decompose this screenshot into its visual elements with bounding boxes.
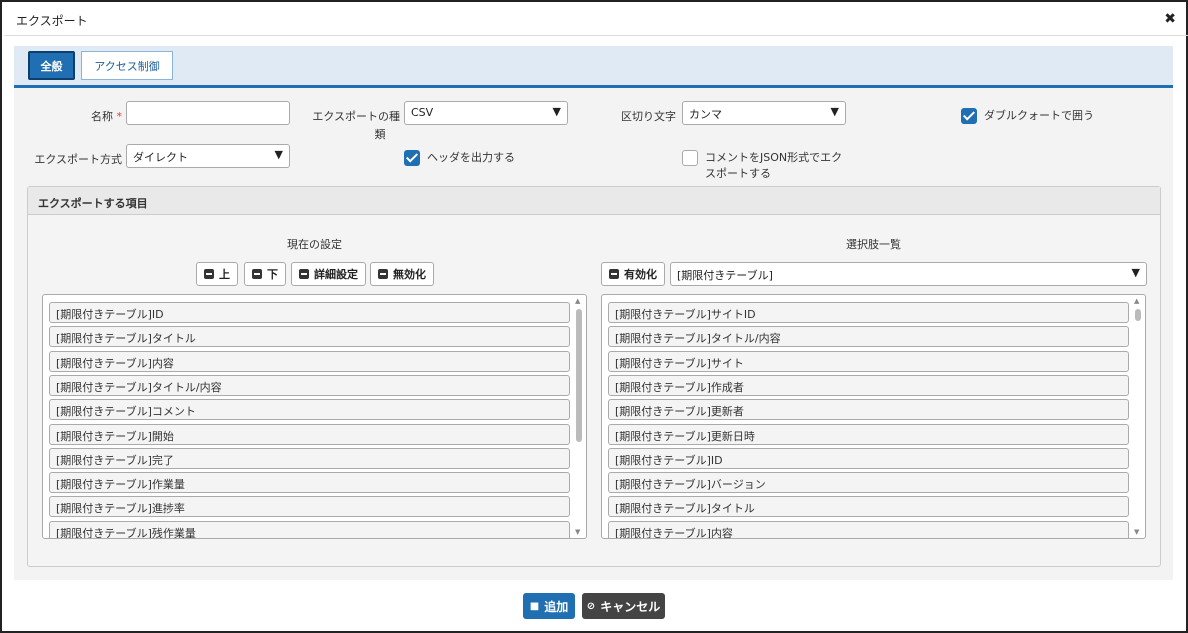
add-button-label: 追加 [544, 599, 569, 614]
current-field-item[interactable]: [期限付きテーブル]内容 [49, 350, 570, 372]
scroll-down-icon[interactable]: ▼ [575, 528, 580, 536]
export-items-title: エクスポートする項目 [38, 197, 148, 210]
choices-scrollbar[interactable]: ▲ ▼ [1132, 296, 1144, 537]
choice-field-item[interactable]: [期限付きテーブル]タイトル/内容 [608, 326, 1129, 348]
arrow-left-icon [609, 269, 619, 279]
save-icon: ■ [529, 600, 540, 612]
choice-field-item[interactable]: [期限付きテーブル]更新者 [608, 399, 1129, 421]
detail-settings-button[interactable]: 詳細設定 [291, 262, 366, 286]
choices-list[interactable]: [期限付きテーブル]内容 [期限付きテーブル]タイトル [期限付きテーブル]バージョ… [601, 294, 1146, 539]
export-items-header: エクスポートする項目 [28, 187, 1160, 215]
export-type-select[interactable]: CSV ▼ [404, 101, 568, 125]
choice-field-item[interactable]: [期限付きテーブル]サイトID [608, 302, 1129, 323]
chevron-down-icon: ▼ [552, 105, 561, 118]
move-down-label: 下 [267, 268, 278, 281]
export-type-value: CSV [411, 106, 434, 119]
tab-general[interactable]: 全般 [28, 51, 75, 80]
current-settings-list[interactable]: [期限付きテーブル]残作業量 [期限付きテーブル]進捗率 [期限付きテーブル]作業量… [42, 294, 587, 539]
move-up-button[interactable]: 上 [196, 262, 238, 286]
export-method-value: ダイレクト [133, 151, 188, 164]
current-field-item[interactable]: [期限付きテーブル]完了 [49, 447, 570, 469]
chevron-down-icon: ▼ [1131, 266, 1140, 279]
close-icon[interactable]: ✖ [1164, 11, 1176, 27]
add-button[interactable]: ■ 追加 [523, 593, 575, 619]
current-field-item[interactable]: [期限付きテーブル]ID [49, 302, 570, 323]
current-field-item[interactable]: [期限付きテーブル]作業量 [49, 472, 570, 494]
choice-field-item[interactable]: [期限付きテーブル]ID [608, 447, 1129, 469]
current-scrollbar[interactable]: ▲ ▼ [573, 296, 585, 537]
json-comment-checkbox[interactable] [682, 150, 698, 166]
choices-title: 選択肢一覧 [846, 238, 901, 251]
choice-field-item[interactable]: [期限付きテーブル]内容 [608, 520, 1129, 538]
enable-button[interactable]: 有効化 [601, 262, 665, 286]
output-header-checkbox[interactable] [404, 150, 420, 166]
current-field-item[interactable]: [期限付きテーブル]コメント [49, 399, 570, 421]
name-label-text: 名称 [91, 110, 113, 123]
choice-field-item[interactable]: [期限付きテーブル]バージョン [608, 472, 1129, 494]
move-up-label: 上 [219, 268, 230, 281]
move-down-button[interactable]: 下 [244, 262, 286, 286]
up-icon [204, 269, 214, 279]
name-input[interactable] [126, 101, 290, 125]
choice-field-item[interactable]: [期限付きテーブル]更新日時 [608, 423, 1129, 445]
current-field-item[interactable]: [期限付きテーブル]進捗率 [49, 496, 570, 518]
detail-settings-label: 詳細設定 [314, 268, 358, 281]
scroll-up-icon[interactable]: ▲ [1134, 297, 1139, 305]
scroll-up-icon[interactable]: ▲ [575, 297, 580, 305]
scroll-down-icon[interactable]: ▼ [1134, 528, 1139, 536]
export-items-panel: エクスポートする項目 現在の設定 選択肢一覧 上 下 詳細設定 無効化 有効化 … [27, 186, 1161, 567]
choices-scroll-thumb[interactable] [1135, 309, 1141, 321]
delimiter-select[interactable]: カンマ ▼ [682, 101, 846, 125]
arrow-right-icon [378, 269, 388, 279]
name-label: 名称 * [74, 108, 122, 124]
json-comment-label: コメントをJSON形式でエク スポートする [705, 150, 842, 182]
delimiter-label: 区切り文字 [621, 110, 676, 123]
export-method-label: エクスポート方式 [34, 153, 122, 166]
cancel-icon: ⊘ [586, 600, 596, 612]
table-select-value: [期限付きテーブル] [677, 269, 773, 282]
delimiter-value: カンマ [689, 108, 722, 121]
output-header-label: ヘッダを出力する [427, 151, 515, 164]
disable-label: 無効化 [393, 268, 426, 281]
enable-label: 有効化 [624, 268, 657, 281]
down-icon [252, 269, 262, 279]
current-field-item[interactable]: [期限付きテーブル]タイトル [49, 326, 570, 348]
dialog-title: エクスポート [16, 14, 88, 28]
current-field-item[interactable]: [期限付きテーブル]残作業量 [49, 520, 570, 538]
export-type-label: エクスポートの種 類 [300, 108, 400, 142]
cancel-button[interactable]: ⊘ キャンセル [582, 593, 665, 619]
current-settings-title: 現在の設定 [287, 238, 342, 251]
export-type-label-line2: 類 [374, 128, 386, 141]
choice-field-item[interactable]: [期限付きテーブル]タイトル [608, 496, 1129, 518]
tab-access-control[interactable]: アクセス制御 [81, 51, 173, 80]
current-field-item[interactable]: [期限付きテーブル]タイトル/内容 [49, 374, 570, 396]
dialog-titlebar: エクスポート ✖ [4, 4, 1188, 36]
cancel-button-label: キャンセル [600, 599, 661, 614]
chevron-down-icon: ▼ [830, 105, 839, 118]
current-scroll-thumb[interactable] [576, 309, 582, 442]
current-field-item[interactable]: [期限付きテーブル]開始 [49, 423, 570, 445]
gear-icon [299, 269, 309, 279]
choice-field-item[interactable]: [期限付きテーブル]作成者 [608, 374, 1129, 396]
json-comment-label-line2: スポートする [705, 167, 771, 180]
double-quote-label: ダブルクォートで囲う [984, 109, 1094, 122]
choice-field-item[interactable]: [期限付きテーブル]サイト [608, 350, 1129, 372]
chevron-down-icon: ▼ [274, 148, 283, 161]
double-quote-checkbox[interactable] [961, 108, 977, 124]
json-comment-label-line1: コメントをJSON形式でエク [705, 151, 843, 164]
dialog-body: 全般 アクセス制御 名称 * エクスポートの種 類 CSV ▼ 区切り文字 カン… [14, 46, 1173, 580]
tab-bar: 全般 アクセス制御 [14, 46, 1173, 88]
disable-button[interactable]: 無効化 [370, 262, 434, 286]
export-method-select[interactable]: ダイレクト ▼ [126, 144, 290, 168]
export-type-label-line1: エクスポートの種 [312, 110, 400, 123]
table-select[interactable]: [期限付きテーブル] ▼ [670, 262, 1147, 286]
required-mark: * [116, 110, 123, 123]
